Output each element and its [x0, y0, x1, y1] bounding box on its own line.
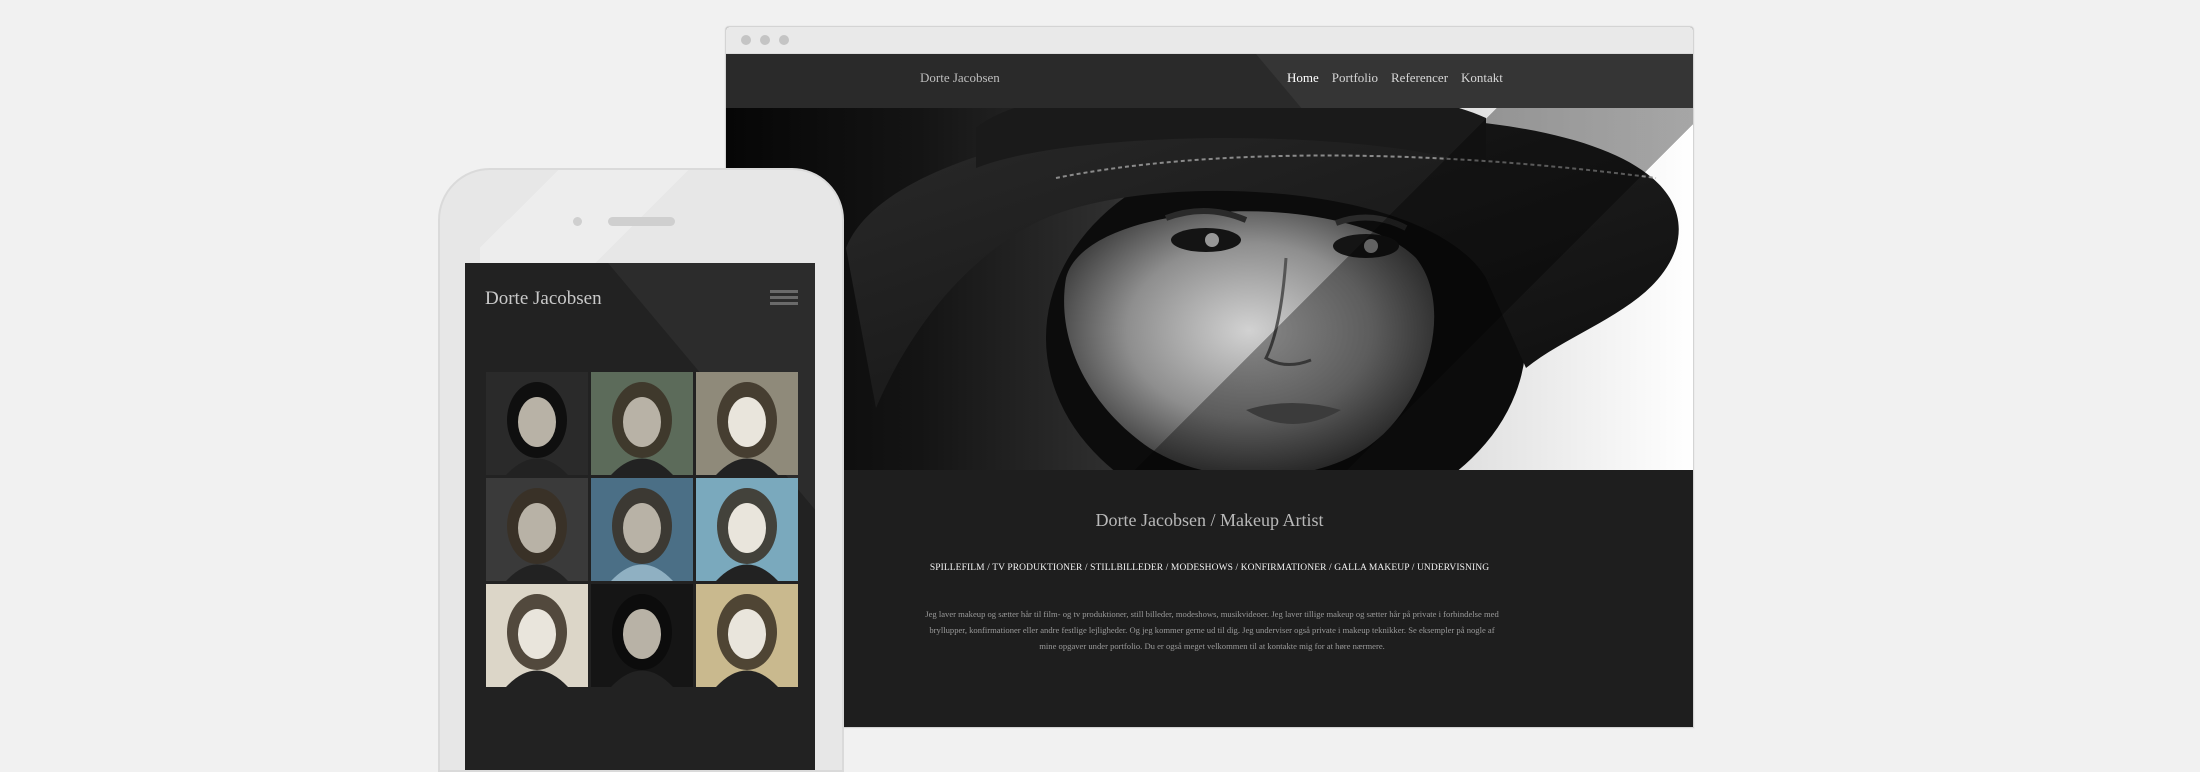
portfolio-thumbnail[interactable]	[696, 584, 798, 687]
portfolio-thumbnail[interactable]	[591, 372, 693, 475]
site-logo[interactable]: Dorte Jacobsen	[920, 70, 1000, 86]
nav-home[interactable]: Home	[1287, 70, 1319, 86]
portfolio-thumbnail[interactable]	[486, 478, 588, 581]
nav-kontakt[interactable]: Kontakt	[1461, 70, 1503, 86]
portfolio-thumbnail[interactable]	[696, 372, 798, 475]
intro-section: Dorte Jacobsen / Makeup Artist SPILLEFIL…	[726, 470, 1693, 700]
service-tags: SPILLEFILM / TV PRODUKTIONER / STILLBILL…	[929, 563, 1490, 573]
portfolio-thumbnail[interactable]	[591, 478, 693, 581]
desktop-browser-mockup: Dorte Jacobsen Home Portfolio Referencer…	[725, 26, 1694, 728]
mobile-phone-mockup: Dorte Jacobsen	[438, 168, 844, 772]
site-header: Dorte Jacobsen Home Portfolio Referencer…	[726, 54, 1693, 108]
portfolio-thumbnail[interactable]	[486, 584, 588, 687]
site-nav: Home Portfolio Referencer Kontakt	[1287, 70, 1503, 86]
window-close-dot[interactable]	[741, 35, 751, 45]
nav-referencer[interactable]: Referencer	[1391, 70, 1448, 86]
phone-camera	[573, 217, 582, 226]
mobile-site-title[interactable]: Dorte Jacobsen	[485, 288, 602, 310]
window-maximize-dot[interactable]	[779, 35, 789, 45]
hero-image	[726, 108, 1693, 470]
hero-diagonal-accent	[726, 108, 1693, 470]
intro-text: Jeg laver makeup og sætter hår til film-…	[925, 609, 1499, 651]
phone-speaker	[608, 217, 675, 226]
portfolio-thumbnail[interactable]	[696, 478, 798, 581]
nav-portfolio[interactable]: Portfolio	[1332, 70, 1378, 86]
mobile-screen: Dorte Jacobsen	[465, 263, 815, 770]
portfolio-thumbnail[interactable]	[591, 584, 693, 687]
hamburger-menu-icon[interactable]	[770, 290, 798, 310]
portfolio-thumbnail[interactable]	[486, 372, 588, 475]
intro-title: Dorte Jacobsen / Makeup Artist	[1095, 510, 1324, 530]
portfolio-grid	[486, 372, 798, 687]
browser-title-bar	[726, 27, 1693, 54]
window-minimize-dot[interactable]	[760, 35, 770, 45]
